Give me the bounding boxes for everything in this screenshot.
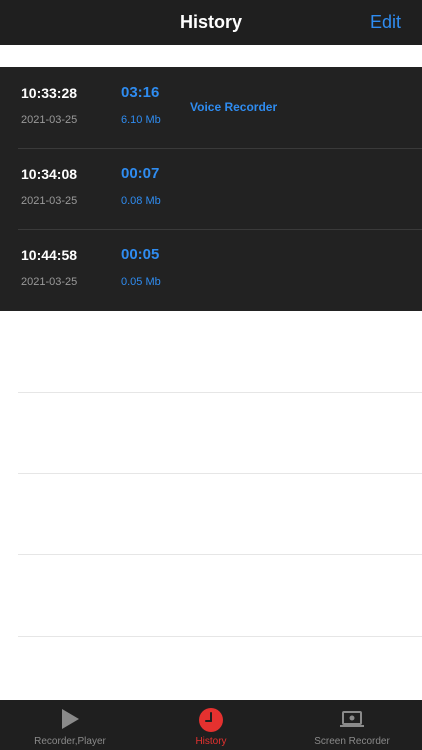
empty-row-divider <box>18 473 422 474</box>
recording-duration: 03:16 <box>121 84 160 101</box>
recording-row[interactable]: 10:34:08 2021-03-25 00:07 0.08 Mb <box>0 148 422 229</box>
recording-time: 10:33:28 <box>21 85 78 101</box>
page-title: History <box>179 12 242 32</box>
navigation-bar: History Edit <box>0 0 422 45</box>
empty-row-divider <box>18 554 422 555</box>
tab-label: Screen Recorder <box>314 736 390 747</box>
recording-duration: 00:05 <box>121 246 160 263</box>
empty-row-divider <box>18 392 422 393</box>
recording-row[interactable]: 10:33:28 2021-03-25 03:16 6.10 Mb Voice … <box>0 67 422 148</box>
recording-time: 10:44:58 <box>21 247 78 263</box>
tab-recorder-player[interactable]: Recorder,Player <box>0 700 140 750</box>
recording-date: 2021-03-25 <box>21 114 78 126</box>
recording-source: Voice Recorder <box>190 100 278 114</box>
tab-history[interactable]: History <box>141 700 281 750</box>
recording-row[interactable]: 10:44:58 2021-03-25 00:05 0.05 Mb <box>0 229 422 310</box>
recording-duration: 00:07 <box>121 165 160 182</box>
recording-date: 2021-03-25 <box>21 195 78 207</box>
recording-time: 10:34:08 <box>21 166 78 182</box>
recording-date: 2021-03-25 <box>21 276 78 288</box>
tab-screen-recorder[interactable]: Screen Recorder <box>282 700 422 750</box>
recording-size: 6.10 Mb <box>121 114 161 126</box>
recording-size: 0.05 Mb <box>121 276 161 288</box>
recordings-list: 10:33:28 2021-03-25 03:16 6.10 Mb Voice … <box>0 67 422 311</box>
play-icon <box>60 707 80 736</box>
edit-button[interactable]: Edit <box>370 0 401 45</box>
tab-label: Recorder,Player <box>34 736 106 747</box>
screen-recorder-icon <box>339 707 365 736</box>
tab-bar: Recorder,Player History Screen Recorder <box>0 700 422 750</box>
tab-label: History <box>195 736 227 747</box>
empty-row-divider <box>18 636 422 637</box>
clock-icon <box>198 707 224 738</box>
recording-size: 0.08 Mb <box>121 195 161 207</box>
